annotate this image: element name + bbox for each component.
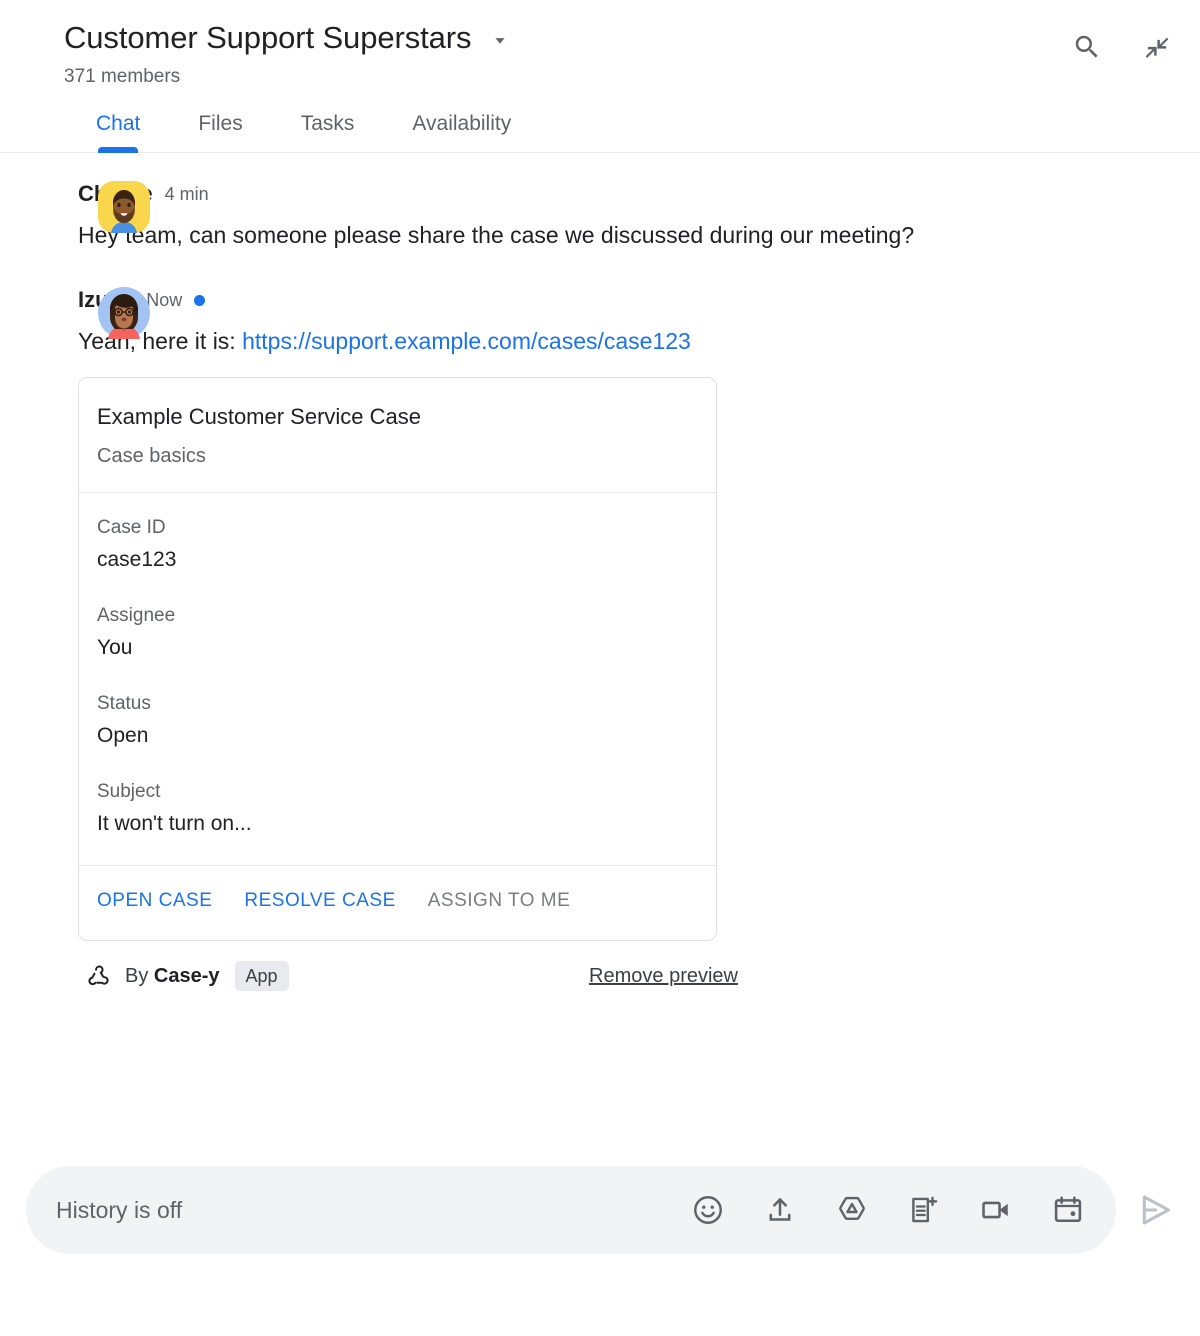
webhook-icon [84,962,112,990]
message-item: Charlie 4 min Hey team, can someone plea… [0,179,1200,255]
space-title-block: Customer Support Superstars 371 members [64,18,1070,90]
attribution-text: By Case-y [125,962,220,990]
charlie-avatar [98,181,150,233]
tab-tasks-label: Tasks [300,112,355,135]
page-title: Customer Support Superstars [64,20,472,55]
message-text: Yeah, here it is: https://support.exampl… [78,321,978,361]
unread-dot [194,294,206,306]
attribution-by: By [125,965,154,987]
card-body: Case ID case123 Assignee You Status Open [79,493,716,865]
member-count: 371 members [64,66,181,87]
open-case-button[interactable]: OPEN CASE [97,888,212,914]
field-value: You [97,636,133,659]
tab-availability[interactable]: Availability [412,104,511,152]
tab-tasks[interactable]: Tasks [301,104,355,152]
field-value: case123 [97,548,177,571]
message-item: Izumi Now Yeah, here it is: https://supp… [0,285,1200,991]
chevron-down-icon[interactable] [489,29,511,51]
izumi-avatar [98,287,150,339]
field-case-id: Case ID case123 [97,515,698,575]
field-value: Open [97,724,149,747]
assign-to-me-button: ASSIGN TO ME [428,888,571,914]
message-text: Hey team, can someone please share the c… [78,222,915,248]
case-preview-card: Example Customer Service Case Case basic… [78,377,717,941]
field-label: Status [97,693,151,714]
message-link[interactable]: https://support.example.com/cases/case12… [242,328,691,354]
video-camera-icon[interactable] [970,1184,1022,1236]
message-list: Charlie 4 min Hey team, can someone plea… [0,153,1200,991]
message-timestamp: 4 min [164,184,209,204]
upload-icon[interactable] [754,1184,806,1236]
space-header: Customer Support Superstars 371 members [0,0,1200,153]
emoji-icon[interactable] [682,1184,734,1236]
message-input[interactable]: History is off [56,1194,682,1226]
search-icon[interactable] [1070,30,1104,64]
tab-files[interactable]: Files [198,104,242,152]
message-body: Izumi Now Yeah, here it is: https://supp… [78,285,1172,991]
tab-chat-label: Chat [96,112,141,135]
field-label: Subject [97,781,161,802]
collapse-icon[interactable] [1138,30,1172,64]
app-badge: App [234,961,289,991]
resolve-case-button[interactable]: RESOLVE CASE [244,888,395,914]
field-assignee: Assignee You [97,603,698,663]
card-attribution: By Case-y App Remove preview [78,961,738,991]
header-actions [1070,18,1172,64]
send-icon[interactable] [1126,1180,1186,1240]
tab-availability-label: Availability [412,112,512,135]
google-drive-icon[interactable] [826,1184,878,1236]
attribution-app-name: Case-y [153,965,220,987]
tab-files-label: Files [198,112,243,135]
avatar[interactable] [96,285,152,341]
card-header: Example Customer Service Case Case basic… [79,378,716,492]
compose-bar: History is off [26,1166,1116,1254]
remove-preview-link[interactable]: Remove preview [589,962,738,990]
field-label: Assignee [97,605,176,626]
field-status: Status Open [97,691,698,751]
field-subject: Subject It won't turn on... [97,779,698,839]
compose-area: History is off [0,1166,1200,1254]
message-body: Charlie 4 min Hey team, can someone plea… [78,179,1172,255]
field-value: It won't turn on... [97,812,252,835]
card-subtitle: Case basics [97,445,206,467]
chat-window: Customer Support Superstars 371 members [0,0,1200,1336]
card-title: Example Customer Service Case [97,404,422,429]
card-actions: OPEN CASE RESOLVE CASE ASSIGN TO ME [79,866,716,940]
tab-bar: Chat Files Tasks Availability [0,104,1200,153]
avatar[interactable] [96,179,152,235]
calendar-icon[interactable] [1042,1184,1094,1236]
tab-chat[interactable]: Chat [96,104,141,153]
add-document-icon[interactable] [898,1184,950,1236]
field-label: Case ID [97,517,166,538]
compose-tools [682,1184,1094,1236]
